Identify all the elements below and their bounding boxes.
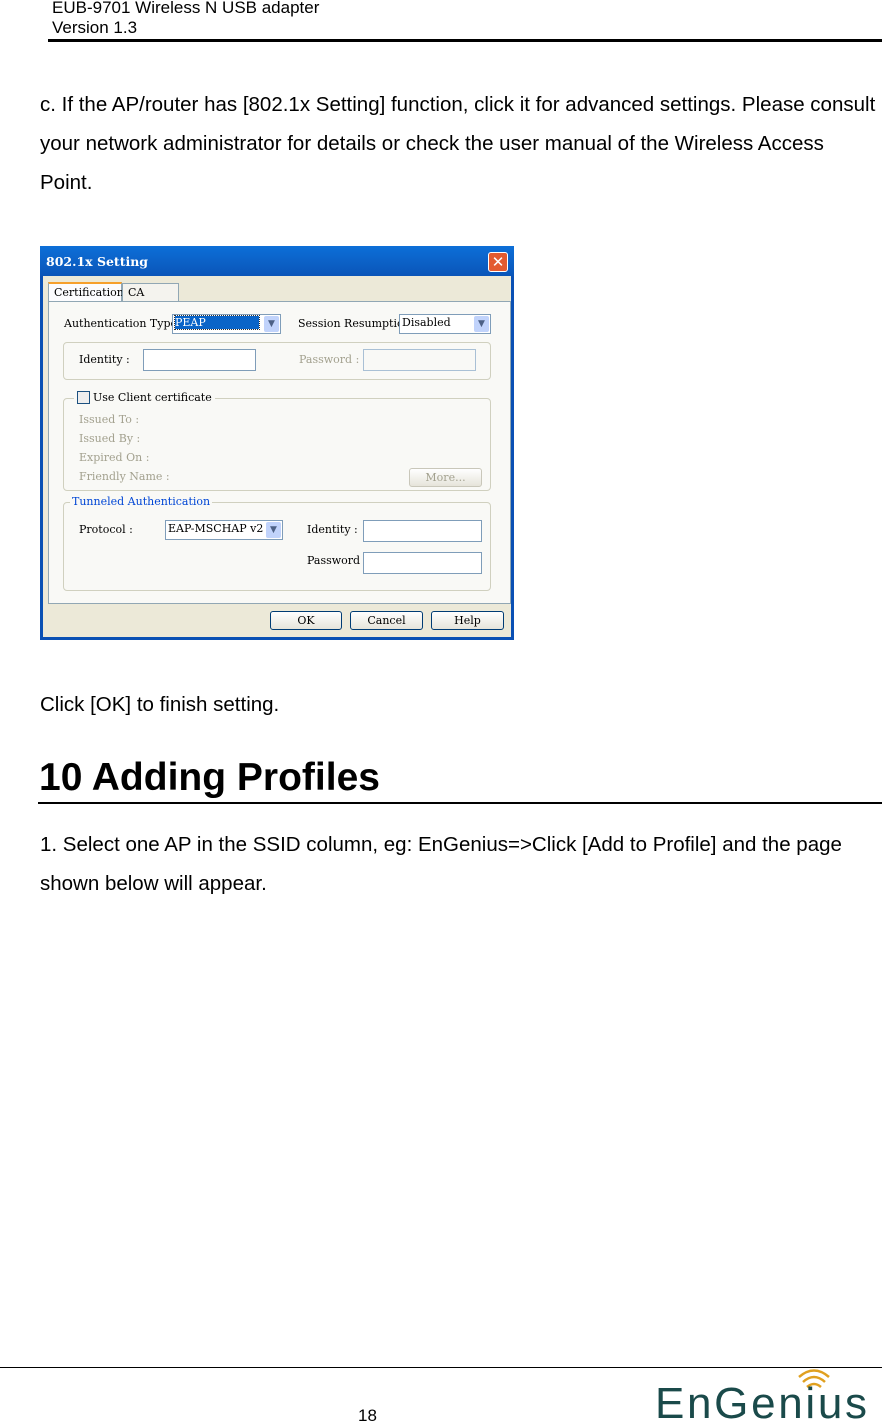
auth-type-value: PEAP <box>174 315 260 330</box>
friendly-name-label: Friendly Name : <box>79 470 170 483</box>
section-heading: 10 Adding Profiles <box>39 756 380 799</box>
protocol-value: EAP-MSCHAP v2 <box>168 522 264 535</box>
client-certificate-group: Use Client certificate Issued To : Issue… <box>63 391 491 491</box>
password-label: Password : <box>299 353 360 366</box>
more-button[interactable]: More... <box>409 468 482 487</box>
header-product: EUB-9701 Wireless N USB adapter <box>52 0 320 17</box>
session-resumption-label: Session Resumption: <box>298 317 415 330</box>
expired-on-label: Expired On : <box>79 451 150 464</box>
issued-to-label: Issued To : <box>79 413 140 426</box>
tunneled-password-input[interactable] <box>363 552 482 574</box>
tunneled-auth-legend: Tunneled Authentication <box>70 495 213 508</box>
protocol-label: Protocol : <box>79 523 133 536</box>
auth-type-label: Authentication Type: <box>64 317 181 330</box>
use-client-cert[interactable]: Use Client certificate <box>74 391 215 404</box>
engenius-logo: EnGenius <box>655 1369 867 1423</box>
tunneled-password-label: Password : <box>307 554 368 567</box>
session-resumption-value: Disabled <box>402 316 451 329</box>
logo-text: EnGenius <box>655 1379 867 1423</box>
protocol-select[interactable]: EAP-MSCHAP v2 ▼ <box>165 520 283 540</box>
page-number: 18 <box>358 1406 377 1423</box>
certification-panel: Authentication Type: PEAP ▼ Session Resu… <box>48 301 511 604</box>
session-resumption-select[interactable]: Disabled ▼ <box>399 314 491 334</box>
header-version: Version 1.3 <box>52 18 138 37</box>
use-client-cert-label: Use Client certificate <box>93 391 212 404</box>
chevron-down-icon: ▼ <box>474 316 489 332</box>
paragraph-802-1x: c. If the AP/router has [802.1x Setting]… <box>40 93 876 194</box>
dialog-body: Certification CA Server Authentication T… <box>43 276 511 637</box>
tab-certification[interactable]: Certification <box>48 282 124 302</box>
tunneled-auth-group: Tunneled Authentication Protocol : EAP-M… <box>63 495 491 591</box>
chevron-down-icon: ▼ <box>266 522 281 538</box>
dialog-title: 802.1x Setting <box>46 254 149 269</box>
tunneled-identity-label: Identity : <box>307 523 358 536</box>
paragraph-click-ok: Click [OK] to finish setting. <box>40 693 280 716</box>
credentials-group: Identity : Password : <box>63 342 491 380</box>
chevron-down-icon: ▼ <box>264 316 279 332</box>
heading-rule <box>38 802 882 804</box>
document-page: EUB-9701 Wireless N USB adapter Version … <box>0 0 882 1423</box>
cancel-button[interactable]: Cancel <box>350 611 423 630</box>
title-bar: 802.1x Setting ✕ <box>40 246 514 276</box>
identity-input[interactable] <box>143 349 256 371</box>
tunneled-identity-input[interactable] <box>363 520 482 542</box>
checkbox[interactable] <box>77 391 90 404</box>
dialog-802-1x-setting: 802.1x Setting ✕ Certification CA Server… <box>40 246 514 640</box>
issued-by-label: Issued By : <box>79 432 141 445</box>
identity-label: Identity : <box>79 353 130 366</box>
help-button[interactable]: Help <box>431 611 504 630</box>
paragraph-step-1: 1. Select one AP in the SSID column, eg:… <box>40 833 842 895</box>
password-input[interactable] <box>363 349 476 371</box>
tab-ca-server[interactable]: CA Server <box>122 283 179 312</box>
auth-type-select[interactable]: PEAP ▼ <box>172 314 281 334</box>
header-rule <box>48 39 882 42</box>
close-icon[interactable]: ✕ <box>488 252 508 272</box>
ok-button[interactable]: OK <box>270 611 342 630</box>
